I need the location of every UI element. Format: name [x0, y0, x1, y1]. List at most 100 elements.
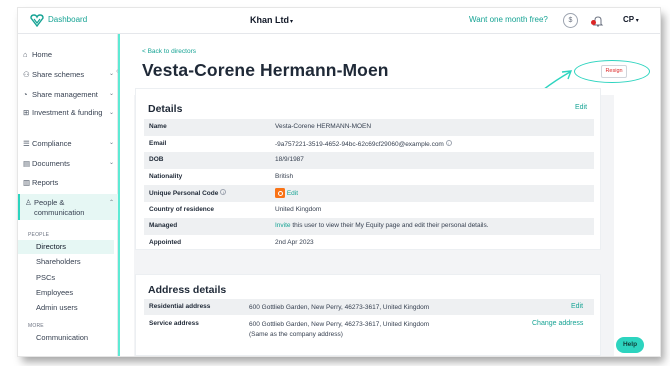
notification-dot — [591, 20, 596, 25]
address-row-service: Service address 600 Gottlieb Garden, New… — [144, 316, 594, 342]
sidebar-item-employees[interactable]: Employees — [18, 286, 114, 300]
chevron-up-icon: ⌃ — [108, 200, 114, 206]
detail-value: -9a757221-3519-4652-94bc-62c69cf29060@ex… — [275, 141, 444, 148]
detail-label: Appointed — [149, 239, 182, 246]
sidebar-item-share-schemes[interactable]: ⚇ Share schemes ⌄ — [18, 70, 118, 79]
address-title: Address details — [148, 284, 227, 296]
detail-label: DOB — [149, 156, 164, 163]
page-title: Vesta-Corene Hermann-Moen — [142, 60, 389, 80]
chevron-down-icon: ⌄ — [108, 91, 114, 97]
detail-label-wrap: Unique Personal Code i — [149, 189, 227, 197]
detail-row-name: Name Vesta-Corene HERMANN-MOEN — [144, 119, 594, 136]
chevron-down-icon: ▾ — [634, 18, 639, 24]
address-note: (Same as the company address) — [249, 331, 343, 338]
user-menu[interactable]: CP ▾ — [623, 15, 639, 24]
user-initials: CP — [623, 15, 635, 24]
chevron-down-icon: ⌄ — [108, 110, 114, 116]
list-icon: ☰ — [23, 139, 30, 148]
person-icon: ♙ — [25, 198, 32, 207]
address-card: Address details Residential address 600 … — [135, 274, 601, 356]
sidebar-item-label: Reports — [32, 178, 59, 187]
address-label: Residential address — [149, 303, 211, 310]
app-window: Dashboard Khan Ltd▾ Want one month free?… — [18, 8, 660, 356]
details-card: Details Edit Name Vesta-Corene HERMANN-M… — [135, 88, 601, 250]
home-icon: ⌂ — [23, 50, 28, 59]
sidebar-item-people[interactable]: ♙ People & communication ⌃ — [18, 194, 118, 220]
sidebar-item-label: Share management — [32, 90, 98, 99]
detail-label: Email — [149, 140, 167, 147]
upc-edit-link[interactable]: Edit — [287, 190, 298, 197]
detail-row-managed: Managed Invite this user to view their M… — [144, 218, 594, 235]
sidebar-item-label: Compliance — [32, 139, 72, 148]
detail-value-wrap: Edit — [275, 188, 298, 198]
detail-label: Name — [149, 123, 167, 130]
residential-edit-link[interactable]: Edit — [571, 303, 583, 310]
resign-button[interactable]: Resign — [601, 65, 627, 78]
address-value-wrap: 600 Gottlieb Garden, New Perry, 46273-36… — [249, 320, 429, 340]
sidebar-item-share-management[interactable]: ◔ Share management ⌄ — [18, 90, 118, 99]
detail-row-country: Country of residence United Kingdom — [144, 202, 594, 219]
chevron-down-icon: ⌄ — [108, 140, 114, 146]
detail-label: Country of residence — [149, 206, 215, 213]
detail-row-dob: DOB 18/9/1987 — [144, 152, 594, 169]
address-value: 600 Gottlieb Garden, New Perry, 46273-36… — [249, 304, 430, 311]
sidebar-item-label: Share schemes — [32, 70, 85, 79]
sidebar-item-label: Investment & funding — [32, 108, 103, 117]
nav-group-people: PEOPLE — [28, 232, 50, 238]
address-label: Service address — [149, 320, 199, 327]
nav-group-more: MORE — [28, 323, 44, 329]
detail-value: 18/9/1987 — [275, 156, 304, 163]
detail-row-email: Email -9a757221-3519-4652-94bc-62c69cf29… — [144, 136, 594, 153]
sidebar-item-shareholders[interactable]: Shareholders — [18, 255, 114, 269]
change-address-link[interactable]: Change address — [532, 320, 583, 327]
sidebar-item-documents[interactable]: ▤ Documents ⌄ — [18, 159, 118, 168]
detail-row-nationality: Nationality British — [144, 169, 594, 186]
sidebar-item-directors[interactable]: Directors — [18, 240, 114, 254]
bar-chart-icon: ▥ — [23, 178, 31, 187]
sidebar: ‹ ⌂ Home ⚇ Share schemes ⌄ ◔ Share manag… — [18, 34, 118, 356]
top-bar: Dashboard Khan Ltd▾ Want one month free?… — [18, 8, 660, 34]
detail-label: Managed — [149, 222, 178, 229]
detail-value: British — [275, 173, 294, 180]
company-name: Khan Ltd — [250, 15, 289, 25]
back-to-directors-link[interactable]: < Back to directors — [142, 48, 196, 55]
detail-label: Nationality — [149, 173, 183, 180]
info-icon[interactable]: i — [445, 140, 452, 146]
sidebar-item-label: Documents — [32, 159, 70, 168]
pie-chart-icon: ◔ — [23, 90, 28, 99]
sidebar-item-home[interactable]: ⌂ Home — [18, 50, 118, 59]
document-icon: ▤ — [23, 159, 31, 168]
sidebar-item-compliance[interactable]: ☰ Compliance ⌄ — [18, 139, 118, 148]
detail-value-wrap: Invite this user to view their My Equity… — [275, 222, 489, 229]
sidebar-item-investment[interactable]: ⊞ Investment & funding ⌄ — [18, 108, 118, 118]
detail-value: 2nd Apr 2023 — [275, 239, 314, 246]
details-edit-link[interactable]: Edit — [575, 104, 587, 111]
invite-link[interactable]: Invite — [275, 222, 291, 229]
details-title: Details — [148, 103, 183, 115]
power-icon — [275, 188, 285, 198]
help-circle-icon[interactable]: $ — [563, 13, 578, 28]
address-row-residential: Residential address 600 Gottlieb Garden,… — [144, 299, 594, 315]
address-value: 600 Gottlieb Garden, New Perry, 46273-36… — [249, 321, 430, 328]
detail-value-wrap: -9a757221-3519-4652-94bc-62c69cf29060@ex… — [275, 140, 452, 148]
detail-label: Unique Personal Code — [149, 190, 219, 197]
company-switcher[interactable]: Khan Ltd▾ — [250, 15, 293, 25]
logo-icon[interactable] — [30, 14, 44, 27]
sidebar-item-label: Home — [32, 50, 53, 59]
detail-value: this user to view their My Equity page a… — [292, 222, 489, 229]
sidebar-item-reports[interactable]: ▥ Reports — [18, 178, 118, 187]
sidebar-item-communication[interactable]: Communication — [18, 331, 114, 345]
sidebar-item-label: People & communication — [34, 198, 85, 217]
help-button[interactable]: Help — [616, 337, 644, 353]
users-icon: ⚇ — [23, 70, 30, 79]
bank-icon: ⊞ — [23, 108, 30, 117]
chevron-down-icon: ⌄ — [108, 71, 114, 77]
dashboard-link[interactable]: Dashboard — [48, 15, 87, 24]
main-content: < Back to directors Vesta-Corene Hermann… — [120, 34, 660, 356]
notifications-bell[interactable] — [591, 14, 605, 28]
promo-link[interactable]: Want one month free? — [469, 15, 548, 24]
info-icon[interactable]: i — [220, 189, 227, 195]
sidebar-item-admin-users[interactable]: Admin users — [18, 301, 114, 315]
chevron-down-icon: ⌄ — [108, 160, 114, 166]
sidebar-item-pscs[interactable]: PSCs — [18, 271, 114, 285]
